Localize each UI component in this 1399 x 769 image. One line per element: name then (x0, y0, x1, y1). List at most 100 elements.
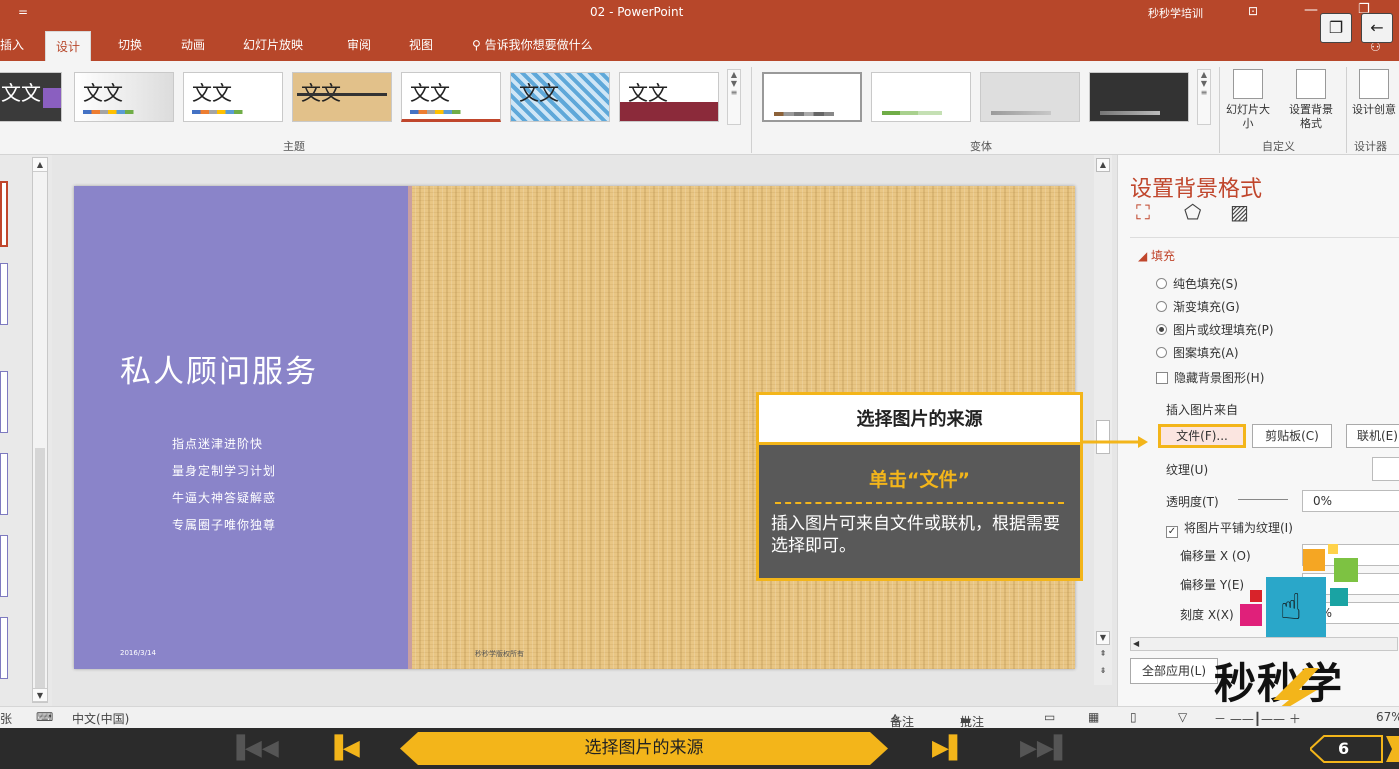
themes-group-label: 主题 (283, 140, 305, 153)
radio-button[interactable] (1156, 301, 1167, 312)
slide-copyright: 秒秒学版权所有 (475, 650, 524, 658)
slide-thumbnail[interactable] (0, 535, 8, 597)
spellcheck-icon[interactable]: ⌨ (36, 710, 53, 724)
theme-thumb-3[interactable]: 文文 (183, 72, 283, 122)
option-solid-fill[interactable]: 纯色填充(S) (1156, 275, 1238, 292)
account-name[interactable]: 秒秒学培训 (1148, 5, 1203, 21)
checkbox-checked[interactable]: ✓ (1166, 526, 1178, 538)
thumbnails-scrollbar[interactable]: ▲ ▼ (32, 157, 48, 703)
tell-me-search[interactable]: ⚲ 告诉我你想要做什么 (472, 36, 593, 53)
hide-background-checkbox[interactable]: 隐藏背景图形(H) (1156, 369, 1264, 386)
fill-section-header[interactable]: ◢ 填充 (1138, 247, 1175, 264)
option-picture-fill[interactable]: 图片或纹理填充(P) (1156, 321, 1274, 338)
theme-thumb-2[interactable]: 文文 (74, 72, 174, 122)
tab-view[interactable]: 视图 (409, 36, 433, 53)
scroll-up-icon[interactable]: ▲ (1096, 158, 1110, 172)
online-button[interactable]: 联机(E) (1346, 424, 1399, 448)
next-slide-icon[interactable]: ⇟ (1096, 665, 1110, 679)
theme-thumb-6[interactable]: 文文 (510, 72, 610, 122)
theme-thumb-7[interactable]: 文文 (619, 72, 719, 122)
picture-icon[interactable]: ▨ (1230, 200, 1249, 224)
callout-heading: 选择图片的来源 (759, 395, 1080, 445)
previous-step-icon[interactable]: ▐◀ (326, 736, 360, 761)
transparency-slider[interactable] (1238, 499, 1288, 500)
tab-design[interactable]: 设计 (45, 31, 92, 61)
language-indicator[interactable]: 中文(中国) (72, 710, 129, 727)
callout-connector-arrow (1074, 436, 1148, 448)
lightbulb-icon: ⚲ (472, 38, 485, 52)
slide-thumbnail[interactable] (0, 181, 8, 247)
normal-view-icon[interactable]: ▭ (1044, 710, 1055, 724)
slide-thumbnail[interactable] (0, 263, 8, 325)
reading-view-icon[interactable]: ▯ (1130, 710, 1137, 724)
scroll-up-icon[interactable]: ▲ (33, 158, 47, 172)
tab-transitions[interactable]: 切换 (118, 36, 142, 53)
themes-scroll[interactable]: ▲ ▼ ≡ (727, 69, 741, 125)
fill-bucket-icon[interactable]: ⛶ (1136, 200, 1150, 224)
last-step-icon[interactable]: ▶▶▌ (1020, 736, 1071, 761)
slide-size-icon (1233, 69, 1263, 99)
back-arrow-button[interactable]: ← (1361, 13, 1393, 43)
radio-button[interactable] (1156, 278, 1167, 289)
theme-thumb-1[interactable]: 文文 (0, 72, 62, 122)
theme-sample: 文文 (519, 81, 559, 105)
offset-y-label: 偏移量 Y(E) (1180, 578, 1245, 592)
radio-button-selected[interactable] (1156, 324, 1167, 335)
tab-slideshow[interactable]: 幻灯片放映 (243, 36, 303, 53)
format-background-button[interactable]: 设置背景格式 (1284, 69, 1338, 131)
transparency-input[interactable]: 0% (1302, 490, 1399, 512)
effects-pentagon-icon[interactable]: ⬠ (1184, 200, 1201, 224)
next-step-icon[interactable]: ▶▌ (932, 736, 966, 761)
checkbox[interactable] (1156, 372, 1168, 384)
clipboard-button[interactable]: 剪贴板(C) (1252, 424, 1332, 448)
slide-title[interactable]: 私人顾问服务 (120, 346, 318, 391)
scroll-down-icon[interactable]: ▼ (1096, 631, 1110, 645)
checkbox-label: 隐藏背景图形(H) (1174, 371, 1265, 385)
first-step-icon[interactable]: ▐◀◀ (228, 736, 279, 761)
step-title: 选择图片的来源 (584, 738, 704, 758)
option-gradient-fill[interactable]: 渐变填充(G) (1156, 298, 1240, 315)
restore-window-button[interactable]: ❐ (1320, 13, 1352, 43)
page-indicator: 6 (1310, 734, 1399, 764)
slide-scrollbar[interactable]: ▲ ▼ ⇞ ⇟ (1094, 155, 1112, 685)
option-label: 渐变填充(G) (1173, 300, 1240, 314)
theme-thumb-5[interactable]: 文文 (401, 72, 501, 122)
scroll-down-icon[interactable]: ▼ (33, 688, 47, 702)
radio-button[interactable] (1156, 347, 1167, 358)
texture-picker[interactable] (1372, 457, 1399, 481)
ribbon-display-options-icon[interactable]: ⊡ (1248, 4, 1258, 18)
tab-animations[interactable]: 动画 (181, 36, 205, 53)
tab-review[interactable]: 审阅 (347, 36, 371, 53)
zoom-level[interactable]: 67% (1376, 710, 1399, 724)
variants-scroll[interactable]: ▲ ▼ ≡ (1197, 69, 1211, 125)
tile-checkbox[interactable]: ✓ 将图片平铺为纹理(I) (1166, 519, 1293, 538)
slide-sorter-icon[interactable]: ▦ (1088, 710, 1099, 724)
apply-all-button[interactable]: 全部应用(L) (1130, 658, 1218, 684)
pane-horizontal-scrollbar[interactable]: ◀ (1130, 637, 1398, 651)
quick-access-toolbar[interactable]: = (18, 5, 28, 19)
variant-thumb-1[interactable] (762, 72, 862, 122)
slide-size-button[interactable]: 幻灯片大小 (1226, 69, 1270, 131)
zoom-slider[interactable]: － ——┃—— ＋ (1214, 710, 1301, 727)
collapse-triangle-icon: ◢ (1138, 249, 1152, 263)
tab-insert[interactable]: 插入 (0, 36, 24, 53)
slide-thumbnail[interactable] (0, 371, 8, 433)
theme-thumb-4[interactable]: 文文 (292, 72, 392, 122)
prev-slide-icon[interactable]: ⇞ (1096, 648, 1110, 662)
slide-thumbnail[interactable] (0, 453, 8, 515)
variant-thumb-2[interactable] (871, 72, 971, 122)
theme-sample: 文文 (192, 81, 232, 105)
slide-thumbnail[interactable] (0, 617, 8, 679)
slideshow-icon[interactable]: ▽ (1178, 710, 1187, 724)
step-title-wrapper: 选择图片的来源 (400, 732, 888, 765)
variant-thumb-3[interactable] (980, 72, 1080, 122)
file-button[interactable]: 文件(F)... (1158, 424, 1246, 448)
minimize-icon[interactable]: — (1304, 2, 1318, 18)
design-ideas-button[interactable]: 设计创意 (1352, 69, 1396, 117)
callout-step: 单击“文件” (869, 469, 970, 491)
ribbon-separator (1346, 67, 1347, 153)
option-pattern-fill[interactable]: 图案填充(A) (1156, 344, 1239, 361)
variant-thumb-4[interactable] (1089, 72, 1189, 122)
theme-sample: 文文 (1, 81, 41, 105)
scroll-left-icon[interactable]: ◀ (1133, 639, 1139, 648)
